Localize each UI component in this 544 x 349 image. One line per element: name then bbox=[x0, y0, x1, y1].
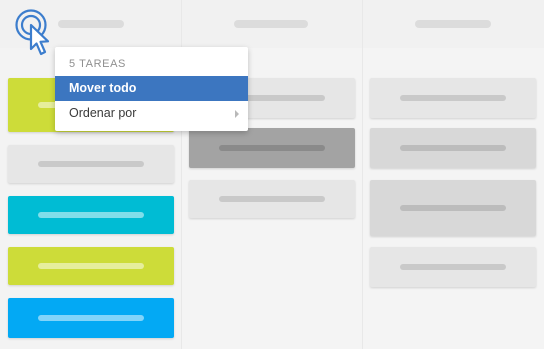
task-card[interactable] bbox=[8, 247, 174, 285]
column-title-placeholder bbox=[234, 20, 308, 28]
column-header-2 bbox=[182, 0, 362, 48]
task-card[interactable] bbox=[189, 180, 355, 218]
task-card[interactable] bbox=[189, 128, 355, 168]
column-title-placeholder bbox=[58, 20, 124, 28]
task-title-placeholder bbox=[219, 145, 325, 151]
context-menu: 5 TAREAS Mover todo Ordenar por bbox=[55, 47, 248, 131]
task-title-placeholder bbox=[38, 161, 144, 167]
task-card[interactable] bbox=[370, 78, 536, 118]
task-card[interactable] bbox=[370, 180, 536, 236]
click-cursor-icon bbox=[15, 9, 50, 56]
task-title-placeholder bbox=[400, 95, 506, 101]
menu-item-sort-by[interactable]: Ordenar por bbox=[55, 101, 248, 126]
task-card[interactable] bbox=[8, 196, 174, 234]
task-card[interactable] bbox=[370, 128, 536, 168]
menu-item-move-all[interactable]: Mover todo bbox=[55, 76, 248, 101]
column-header-3 bbox=[363, 0, 544, 48]
menu-item-label: Ordenar por bbox=[69, 106, 137, 120]
task-card[interactable] bbox=[370, 247, 536, 287]
menu-header-task-count: 5 TAREAS bbox=[69, 58, 126, 70]
task-title-placeholder bbox=[400, 145, 506, 151]
task-title-placeholder bbox=[400, 205, 506, 211]
task-title-placeholder bbox=[38, 263, 144, 269]
board-column-3 bbox=[363, 0, 544, 349]
menu-item-label: Mover todo bbox=[69, 81, 137, 95]
chevron-right-icon bbox=[235, 110, 239, 118]
task-card[interactable] bbox=[8, 298, 174, 338]
column-title-placeholder bbox=[415, 20, 491, 28]
task-card[interactable] bbox=[8, 145, 174, 183]
task-title-placeholder bbox=[38, 212, 144, 218]
task-title-placeholder bbox=[38, 315, 144, 321]
task-title-placeholder bbox=[400, 264, 506, 270]
task-title-placeholder bbox=[219, 196, 325, 202]
